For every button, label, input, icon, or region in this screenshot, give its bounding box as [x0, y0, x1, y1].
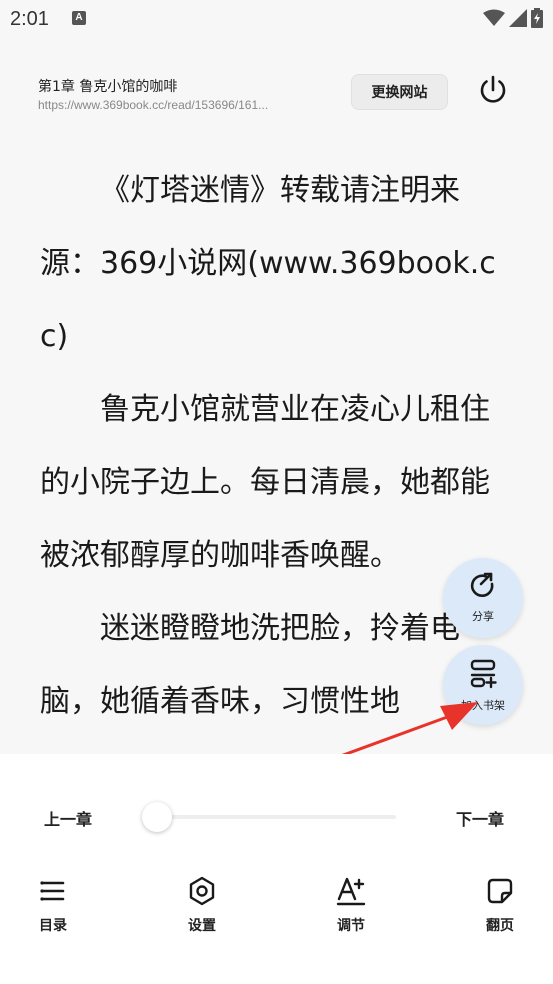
reading-content[interactable]: 《灯塔迷情》转载请注明来源：369小说网(www.369book.cc) 鲁克小…	[40, 154, 516, 738]
share-button[interactable]: 分享	[443, 558, 523, 638]
page-turn-icon	[487, 878, 513, 904]
signal-icon	[509, 9, 527, 27]
list-icon	[40, 881, 65, 901]
chapter-title: 第1章 鲁克小馆的咖啡	[38, 79, 178, 95]
settings-icon	[189, 876, 215, 906]
add-to-bookshelf-button[interactable]: 加入书架	[443, 645, 523, 725]
previous-chapter-button[interactable]: 上一章	[44, 806, 92, 830]
nav-page-turn-label: 翻页	[486, 918, 514, 934]
add-bookshelf-icon	[470, 659, 497, 689]
font-adjust-icon	[336, 877, 366, 906]
status-time: 2:01	[10, 8, 49, 30]
nav-page-turn[interactable]: 翻页	[470, 876, 530, 946]
chapter-url: https://www.369book.cc/read/153696/161..…	[38, 98, 269, 112]
status-bar: 2:01 A	[0, 0, 553, 38]
battery-icon	[531, 8, 543, 28]
slider-thumb[interactable]	[142, 802, 172, 832]
chapter-progress-slider[interactable]	[156, 815, 396, 819]
nav-catalog[interactable]: 目录	[23, 876, 83, 946]
reader-header: 第1章 鲁克小馆的咖啡 https://www.369book.cc/read/…	[0, 60, 553, 130]
wifi-icon	[483, 9, 505, 26]
share-label: 分享	[472, 610, 494, 623]
power-icon[interactable]	[476, 73, 510, 107]
content-paragraph: 《灯塔迷情》转载请注明来源：369小说网(www.369book.cc)	[40, 173, 496, 354]
add-bookshelf-label: 加入书架	[461, 699, 505, 712]
content-paragraph: 鲁克小馆就营业在凌心儿租住的小院子边上。每日清晨，她都能被浓郁醇厚的咖啡香唤醒。	[40, 392, 490, 573]
share-icon	[470, 572, 494, 598]
nav-adjust-label: 调节	[337, 918, 365, 934]
nav-catalog-label: 目录	[39, 918, 67, 934]
notification-icon: A	[72, 11, 86, 25]
nav-settings[interactable]: 设置	[172, 876, 232, 946]
nav-adjust[interactable]: 调节	[321, 876, 381, 946]
nav-settings-label: 设置	[188, 918, 216, 934]
bottom-control-panel: 上一章 下一章 目录 设置 调节 翻页	[0, 754, 553, 984]
next-chapter-button[interactable]: 下一章	[456, 806, 504, 830]
switch-site-button[interactable]: 更换网站	[351, 74, 448, 110]
status-icons	[483, 7, 543, 29]
